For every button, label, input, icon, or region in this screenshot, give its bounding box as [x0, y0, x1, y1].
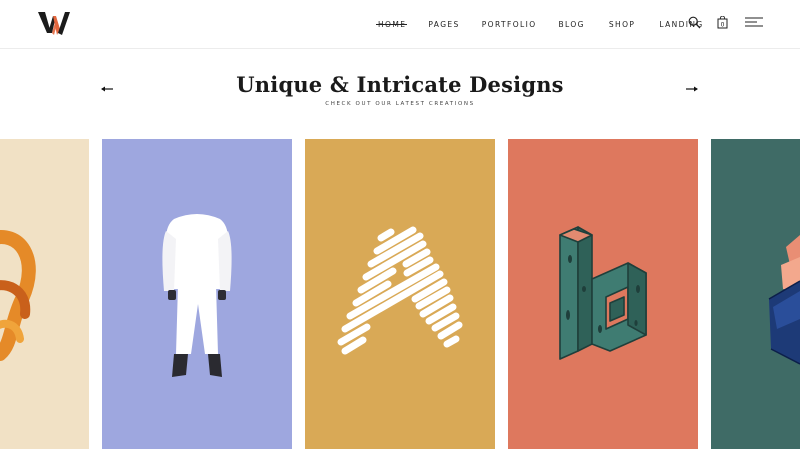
main-nav: Home Pages Portfolio Blog Shop Landing: [370, 0, 704, 48]
site-header: Home Pages Portfolio Blog Shop Landing 0: [0, 0, 800, 49]
nav-item-portfolio[interactable]: Portfolio: [482, 20, 537, 29]
portfolio-card-2[interactable]: [102, 139, 292, 449]
nav-item-pages[interactable]: Pages: [428, 20, 459, 29]
shopping-bag-icon[interactable]: 0: [717, 16, 728, 29]
portfolio-card-5[interactable]: [711, 139, 800, 449]
hamburger-menu-icon[interactable]: [745, 17, 763, 27]
nav-item-shop[interactable]: Shop: [609, 20, 635, 29]
geometric-shape-image: [768, 235, 800, 365]
portfolio-card-1[interactable]: [0, 139, 89, 449]
section-title: Unique & Intricate Designs: [236, 72, 564, 97]
svg-text:0: 0: [721, 22, 725, 29]
striped-letter-a-image: [337, 226, 463, 355]
orange-ribbon-ampersand-image: [0, 230, 36, 361]
portfolio-card-3[interactable]: [305, 139, 495, 449]
section-subtitle: Check out our latest creations: [325, 101, 475, 107]
portfolio-card-4[interactable]: [508, 139, 698, 449]
site-logo[interactable]: [38, 11, 74, 37]
isometric-letter-b-image: [559, 226, 647, 360]
search-icon[interactable]: [688, 16, 701, 29]
arrow-right-icon[interactable]: [685, 84, 699, 94]
nav-item-blog[interactable]: Blog: [559, 20, 585, 29]
white-outfit-figure-image: [162, 214, 232, 377]
nav-item-home[interactable]: Home: [375, 20, 408, 29]
